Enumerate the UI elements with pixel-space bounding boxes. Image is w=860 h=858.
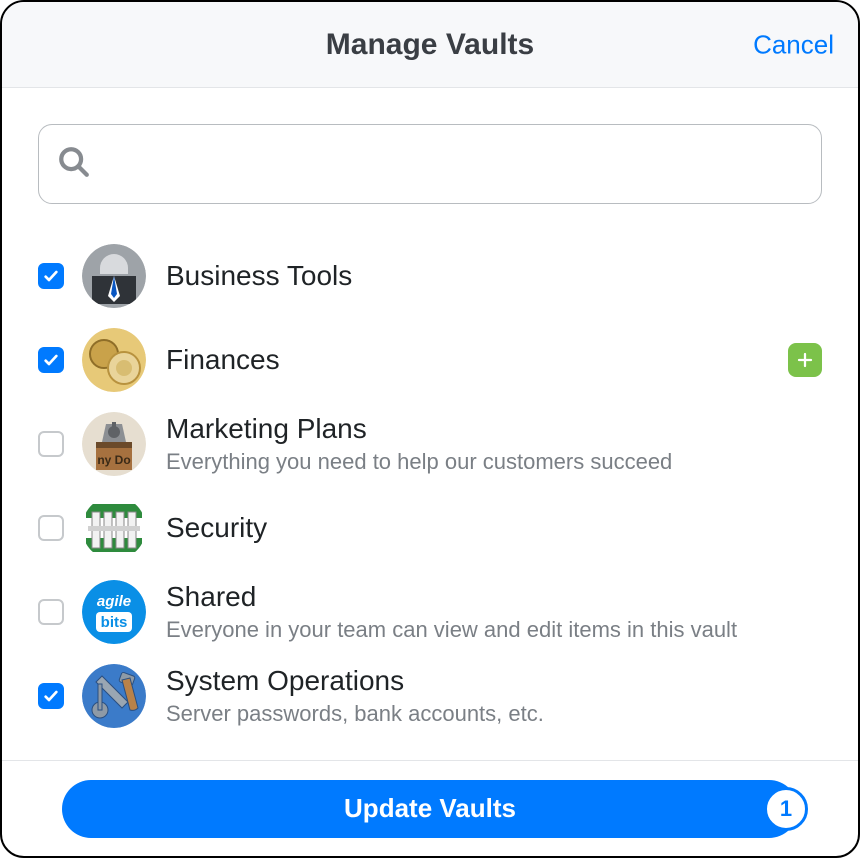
svg-text:ny Do: ny Do bbox=[97, 453, 130, 467]
vault-list: Business Tools Finances ny Do Marketing Pla… bbox=[38, 234, 822, 738]
vault-text: Business Tools bbox=[166, 259, 822, 293]
vault-text: SharedEveryone in your team can view and… bbox=[166, 580, 822, 643]
suit-icon bbox=[82, 244, 146, 308]
vault-name: System Operations bbox=[166, 664, 822, 698]
vault-text: Security bbox=[166, 511, 822, 545]
cancel-button[interactable]: Cancel bbox=[753, 29, 834, 60]
vault-row-business-tools[interactable]: Business Tools bbox=[38, 234, 822, 318]
dialog-title: Manage Vaults bbox=[326, 28, 534, 62]
vault-checkbox[interactable] bbox=[38, 347, 64, 373]
vault-description: Everyone in your team can view and edit … bbox=[166, 616, 822, 644]
vault-name: Marketing Plans bbox=[166, 412, 822, 446]
coins-icon bbox=[82, 328, 146, 392]
svg-text:agile: agile bbox=[97, 593, 131, 610]
vault-description: Everything you need to help our customer… bbox=[166, 448, 822, 476]
update-vaults-button[interactable]: Update Vaults 1 bbox=[62, 780, 798, 838]
pending-count-badge: 1 bbox=[764, 787, 808, 831]
vault-checkbox[interactable] bbox=[38, 599, 64, 625]
vault-checkbox[interactable] bbox=[38, 431, 64, 457]
vault-checkbox[interactable] bbox=[38, 515, 64, 541]
vault-name: Shared bbox=[166, 580, 822, 614]
tools-icon bbox=[82, 664, 146, 728]
manage-vaults-dialog: Manage Vaults Cancel Business Tools Finan… bbox=[0, 0, 860, 858]
agilebits-icon: agile bits bbox=[82, 580, 146, 644]
search-icon bbox=[57, 145, 91, 184]
vault-description: Server passwords, bank accounts, etc. bbox=[166, 700, 822, 728]
dialog-body: Business Tools Finances ny Do Marketing Pla… bbox=[2, 88, 858, 760]
svg-text:bits: bits bbox=[101, 614, 128, 631]
vault-text: Finances bbox=[166, 343, 776, 377]
add-badge[interactable] bbox=[788, 343, 822, 377]
search-input[interactable] bbox=[105, 150, 803, 178]
dialog-footer: Update Vaults 1 bbox=[2, 760, 858, 856]
fence-icon bbox=[82, 496, 146, 560]
vault-row-security[interactable]: Security bbox=[38, 486, 822, 570]
vault-text: Marketing PlansEverything you need to he… bbox=[166, 412, 822, 475]
vault-checkbox[interactable] bbox=[38, 683, 64, 709]
binder-icon: ny Do bbox=[82, 412, 146, 476]
vault-row-finances[interactable]: Finances bbox=[38, 318, 822, 402]
vault-name: Security bbox=[166, 511, 822, 545]
search-field[interactable] bbox=[38, 124, 822, 204]
dialog-header: Manage Vaults Cancel bbox=[2, 2, 858, 88]
vault-checkbox[interactable] bbox=[38, 263, 64, 289]
update-vaults-label: Update Vaults bbox=[344, 793, 516, 823]
vault-row-marketing-plans[interactable]: ny Do Marketing PlansEverything you need … bbox=[38, 402, 822, 486]
vault-row-system-operations[interactable]: System OperationsServer passwords, bank … bbox=[38, 654, 822, 738]
vault-text: System OperationsServer passwords, bank … bbox=[166, 664, 822, 727]
vault-row-shared[interactable]: agile bits SharedEveryone in your team can… bbox=[38, 570, 822, 654]
vault-name: Finances bbox=[166, 343, 776, 377]
vault-name: Business Tools bbox=[166, 259, 822, 293]
